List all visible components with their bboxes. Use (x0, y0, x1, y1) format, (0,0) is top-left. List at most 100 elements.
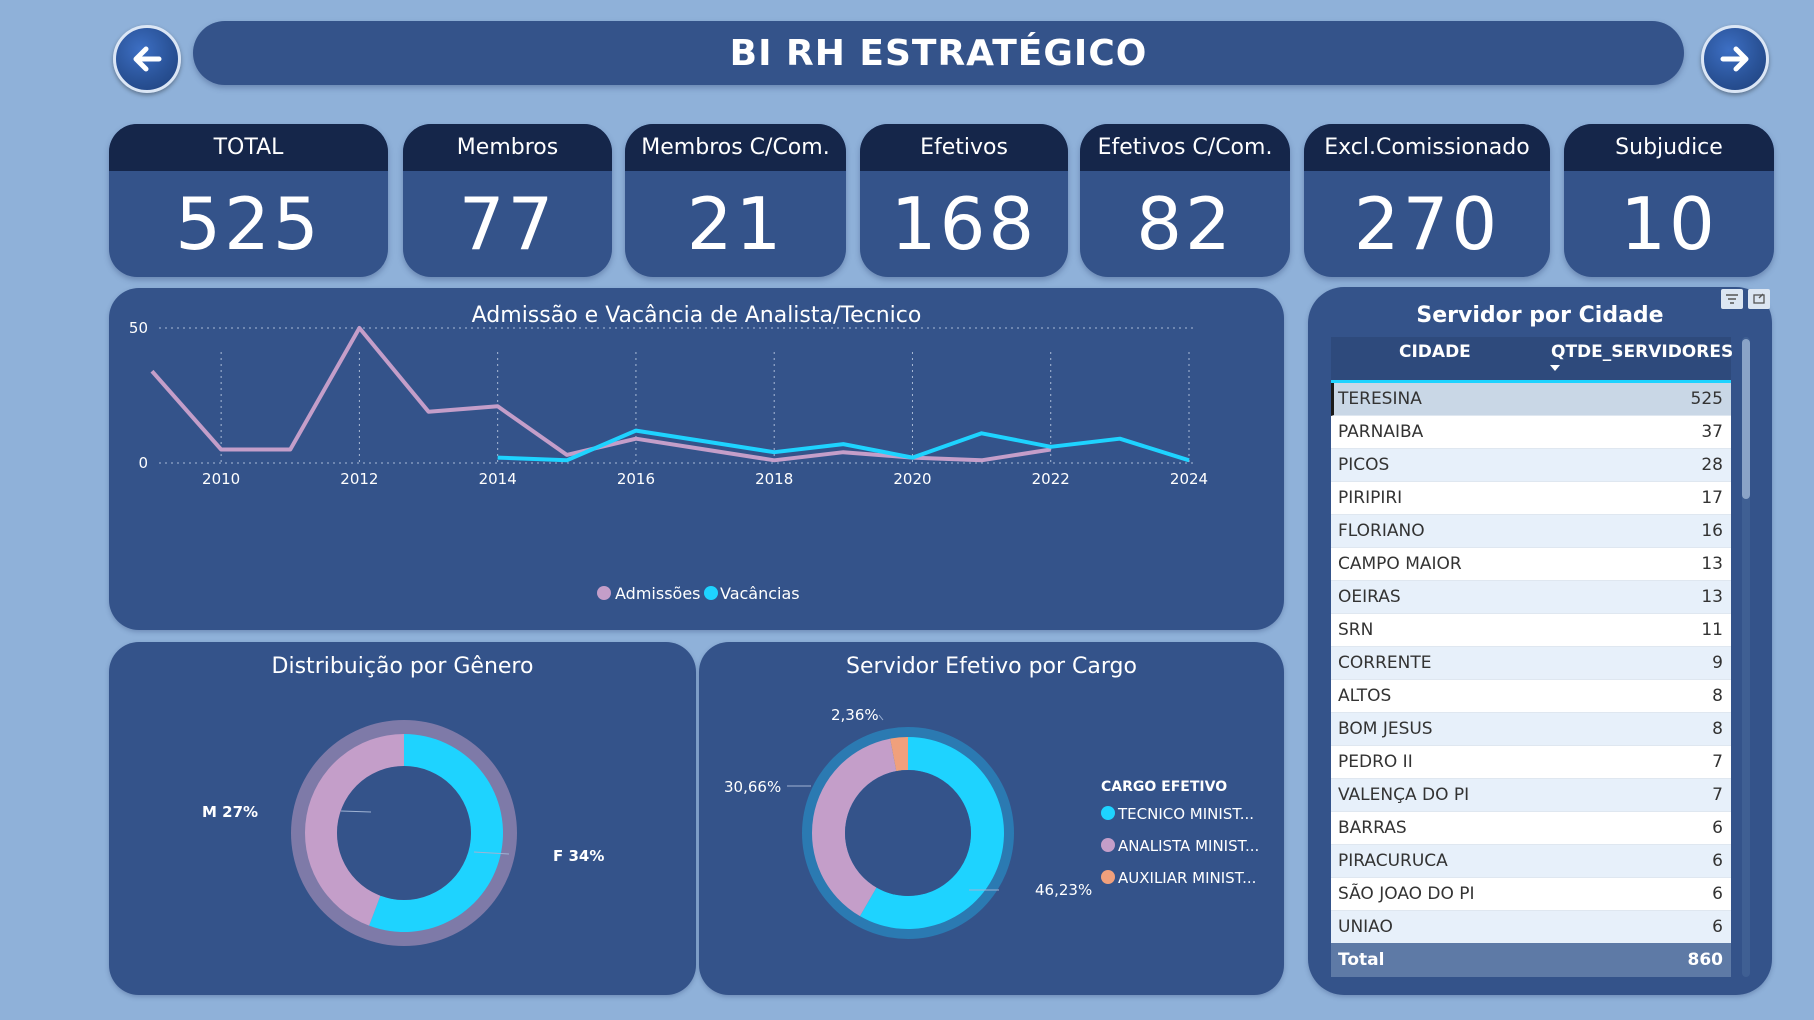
cell-qty: 17 (1701, 488, 1723, 508)
focus-mode-icon[interactable] (1748, 289, 1770, 309)
total-label: Total (1338, 950, 1385, 970)
table-row[interactable]: OEIRAS 13 (1331, 581, 1731, 614)
x-tick-label: 2014 (479, 470, 517, 488)
kpi-value: 21 (686, 182, 785, 266)
donut-hole (337, 766, 471, 900)
legend-label-tecnico[interactable]: TECNICO MINIST... (1117, 805, 1254, 823)
legend-label-auxiliar[interactable]: AUXILIAR MINIST... (1118, 869, 1256, 887)
total-value: 860 (1687, 950, 1724, 970)
filter-icon[interactable] (1721, 289, 1743, 309)
kpi-label: Subjudice (1564, 124, 1774, 171)
table-total-row: Total 860 (1331, 943, 1731, 977)
kpi-value: 525 (175, 182, 322, 266)
kpi-card-total: TOTAL 525 (109, 124, 388, 277)
kpi-label: Efetivos (860, 124, 1068, 171)
cell-qty: 6 (1712, 884, 1723, 904)
line-chart-panel: Admissão e Vacância de Analista/Tecnico … (109, 288, 1284, 630)
table-row[interactable]: TERESINA 525 (1331, 383, 1731, 416)
kpi-value: 10 (1620, 182, 1718, 266)
cell-qty: 13 (1701, 587, 1723, 607)
x-tick-label: 2020 (893, 470, 931, 488)
table-scrollbar-thumb[interactable] (1742, 339, 1750, 499)
slice-label-f: F 34% (553, 847, 604, 865)
label-leader-auxiliar (878, 714, 884, 721)
table-row[interactable]: BOM JESUS 8 (1331, 713, 1731, 746)
cell-qty: 8 (1712, 686, 1723, 706)
cell-qty: 6 (1712, 851, 1723, 871)
slice-label-m: M 27% (202, 803, 258, 821)
cell-city: PIRACURUCA (1338, 851, 1448, 871)
cell-qty: 8 (1712, 719, 1723, 739)
cell-qty: 11 (1701, 620, 1723, 640)
kpi-label: Excl.Comissionado (1304, 124, 1550, 171)
table-row[interactable]: CAMPO MAIOR 13 (1331, 548, 1731, 581)
cell-qty: 16 (1701, 521, 1723, 541)
cell-city: SRN (1338, 620, 1374, 640)
column-header-cidade[interactable]: CIDADE (1399, 342, 1471, 362)
cell-city: OEIRAS (1338, 587, 1401, 607)
series-admissoes-line[interactable] (150, 326, 1052, 463)
cell-qty: 28 (1701, 455, 1723, 475)
cell-city: BOM JESUS (1338, 719, 1433, 739)
slice-label-auxiliar: 2,36% (831, 706, 879, 724)
kpi-value: 270 (1353, 182, 1501, 266)
kpi-value: 82 (1136, 182, 1234, 266)
y-tick-label: 0 (138, 454, 148, 472)
table-row[interactable]: PEDRO II 7 (1331, 746, 1731, 779)
legend-label-analista[interactable]: ANALISTA MINIST... (1118, 837, 1259, 855)
table-body[interactable]: TERESINA 525 PARNAIBA 37 PICOS 28 PIRIPIRI 17 FL… (1331, 383, 1731, 943)
x-tick-label: 2022 (1032, 470, 1070, 488)
kpi-card-membros-com: Membros C/Com. 21 (625, 124, 846, 277)
cell-city: SÃO JOAO DO PI (1338, 884, 1475, 904)
legend-swatch-tecnico (1101, 806, 1115, 820)
table-row[interactable]: CORRENTE 9 (1331, 647, 1731, 680)
cell-city: PARNAIBA (1338, 422, 1424, 442)
cell-qty: 6 (1712, 917, 1723, 937)
legend-admissoes-swatch (597, 586, 611, 600)
table-row[interactable]: PICOS 28 (1331, 449, 1731, 482)
cargo-donut-chart: 46,23% 30,66% 2,36% CARGO EFETIVO TECNIC… (724, 706, 1259, 939)
table-scrollbar-track[interactable] (1742, 337, 1750, 977)
x-tick-label: 2018 (755, 470, 793, 488)
legend-swatch-auxiliar (1101, 870, 1115, 884)
sort-desc-icon (1550, 365, 1560, 371)
cell-city: FLORIANO (1338, 521, 1425, 541)
legend-vacancias-label[interactable]: Vacâncias (720, 584, 800, 603)
city-table-title: Servidor por Cidade (1416, 303, 1664, 328)
y-tick-label: 50 (129, 319, 148, 337)
arrow-right-icon (1720, 46, 1749, 72)
cell-qty: 525 (1690, 389, 1723, 409)
gender-chart-panel: Distribuição por Gênero F 34% M 27% (109, 642, 696, 995)
table-row[interactable]: PIRIPIRI 17 (1331, 482, 1731, 515)
forward-button[interactable] (1701, 25, 1769, 93)
cell-city: TERESINA (1338, 389, 1422, 409)
back-button[interactable] (113, 25, 181, 93)
cell-city: UNIAO (1338, 917, 1393, 937)
legend-swatch-analista (1101, 838, 1115, 852)
gender-donut-chart: F 34% M 27% (202, 720, 604, 946)
x-tick-label: 2024 (1170, 470, 1208, 488)
legend-admissoes-label[interactable]: Admissões (615, 584, 701, 603)
cell-qty: 7 (1712, 752, 1723, 772)
cell-city: PEDRO II (1338, 752, 1413, 772)
series-vacancias-line[interactable] (497, 428, 1190, 463)
kpi-label: Efetivos C/Com. (1080, 124, 1290, 171)
arrow-left-icon (133, 46, 162, 72)
cell-city: PICOS (1338, 455, 1390, 475)
table-row[interactable]: BARRAS 6 (1331, 812, 1731, 845)
cell-qty: 13 (1701, 554, 1723, 574)
table-row[interactable]: ALTOS 8 (1331, 680, 1731, 713)
donut-hole (845, 770, 971, 896)
table-row[interactable]: VALENÇA DO PI 7 (1331, 779, 1731, 812)
page-title-bar: BI RH ESTRATÉGICO (193, 21, 1684, 85)
table-row[interactable]: UNIAO 6 (1331, 911, 1731, 943)
table-row[interactable]: SÃO JOAO DO PI 6 (1331, 878, 1731, 911)
cell-city: CAMPO MAIOR (1338, 554, 1462, 574)
table-row[interactable]: PIRACURUCA 6 (1331, 845, 1731, 878)
kpi-card-efetivos-com: Efetivos C/Com. 82 (1080, 124, 1290, 277)
table-row[interactable]: PARNAIBA 37 (1331, 416, 1731, 449)
column-header-qtde[interactable]: QTDE_SERVIDORES (1551, 342, 1733, 362)
table-row[interactable]: FLORIANO 16 (1331, 515, 1731, 548)
table-row[interactable]: SRN 11 (1331, 614, 1731, 647)
cargo-chart-panel: Servidor Efetivo por Cargo 46,23% 30,66%… (699, 642, 1284, 995)
